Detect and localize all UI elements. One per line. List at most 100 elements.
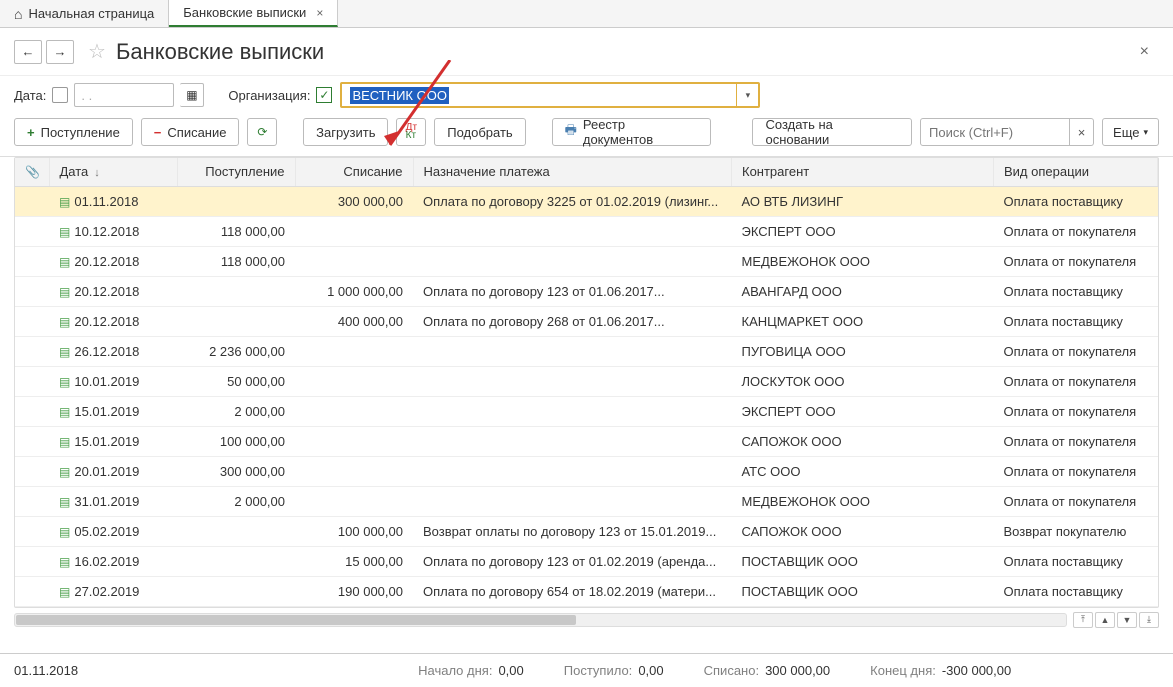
pick-button[interactable]: Подобрать (434, 118, 525, 146)
col-purpose[interactable]: Назначение платежа (413, 158, 732, 186)
registry-button[interactable]: 🖶Реестр документов (552, 118, 711, 146)
date-input[interactable]: . . (74, 83, 174, 107)
document-icon: ▤ (59, 315, 70, 329)
grid-up-button[interactable]: ▲ (1095, 612, 1115, 628)
more-button[interactable]: Еще ▾ (1102, 118, 1159, 146)
more-label: Еще (1113, 125, 1139, 140)
cell-outflow: 300 000,00 (295, 186, 413, 216)
cell-outflow: 15 000,00 (295, 546, 413, 576)
cell-type: Оплата поставщику (994, 276, 1158, 306)
cell-purpose (413, 336, 732, 366)
document-icon: ▤ (59, 225, 70, 239)
col-inflow[interactable]: Поступление (177, 158, 295, 186)
table-row[interactable]: ▤20.12.2018400 000,00Оплата по договору … (15, 306, 1158, 336)
cell-inflow: 2 000,00 (177, 396, 295, 426)
close-page-button[interactable]: × (1130, 39, 1159, 65)
cell-outflow (295, 486, 413, 516)
table-row[interactable]: ▤26.12.20182 236 000,00ПУГОВИЦА ООООплат… (15, 336, 1158, 366)
grid-first-button[interactable]: ⤒ (1073, 612, 1093, 628)
table-row[interactable]: ▤05.02.2019100 000,00Возврат оплаты по д… (15, 516, 1158, 546)
table-row[interactable]: ▤20.12.20181 000 000,00Оплата по договор… (15, 276, 1158, 306)
cell-counterparty: ПУГОВИЦА ООО (732, 336, 994, 366)
begin-value: 0,00 (498, 663, 523, 678)
cell-date: ▤01.11.2018 (49, 186, 177, 216)
table-row[interactable]: ▤16.02.201915 000,00Оплата по договору 1… (15, 546, 1158, 576)
table-row[interactable]: ▤15.01.20192 000,00ЭКСПЕРТ ООООплата от … (15, 396, 1158, 426)
clear-search-button[interactable]: × (1070, 118, 1094, 146)
dtkt-button[interactable]: ДᴛКᴛ (396, 118, 426, 146)
table-row[interactable]: ▤20.12.2018118 000,00МЕДВЕЖОНОК ООООплат… (15, 246, 1158, 276)
document-icon: ▤ (59, 345, 70, 359)
cell-type: Оплата от покупателя (994, 426, 1158, 456)
cell-counterparty: САПОЖОК ООО (732, 516, 994, 546)
col-type[interactable]: Вид операции (994, 158, 1158, 186)
begin-label: Начало дня: (418, 663, 492, 678)
tab-bank-statements[interactable]: Банковские выписки × (169, 0, 338, 27)
cell-purpose (413, 246, 732, 276)
table-row[interactable]: ▤10.12.2018118 000,00ЭКСПЕРТ ООООплата о… (15, 216, 1158, 246)
tab-home[interactable]: ⌂ Начальная страница (0, 0, 169, 27)
chevron-down-icon: ▾ (1143, 127, 1148, 138)
tab-active-label: Банковские выписки (183, 5, 306, 20)
table-row[interactable]: ▤10.01.201950 000,00ЛОСКУТОК ООООплата о… (15, 366, 1158, 396)
tab-bar: ⌂ Начальная страница Банковские выписки … (0, 0, 1173, 28)
dtkt-icon: ДᴛКᴛ (406, 124, 417, 140)
cell-type: Оплата от покупателя (994, 366, 1158, 396)
cell-purpose: Возврат оплаты по договору 123 от 15.01.… (413, 516, 732, 546)
cell-outflow (295, 426, 413, 456)
cell-inflow (177, 576, 295, 606)
table-row[interactable]: ▤27.02.2019190 000,00Оплата по договору … (15, 576, 1158, 606)
create-based-button[interactable]: Создать на основании (752, 118, 912, 146)
date-checkbox[interactable] (52, 87, 68, 103)
document-icon: ▤ (59, 405, 70, 419)
document-icon: ▤ (59, 195, 70, 209)
inflow-button[interactable]: +Поступление (14, 118, 133, 146)
toolbar: +Поступление −Списание ⟳ Загрузить ДᴛКᴛ … (0, 110, 1173, 157)
close-icon[interactable]: × (316, 6, 323, 20)
cell-date: ▤31.01.2019 (49, 486, 177, 516)
cell-inflow: 118 000,00 (177, 246, 295, 276)
cell-inflow: 2 236 000,00 (177, 336, 295, 366)
calendar-button[interactable]: ▦ (180, 83, 204, 107)
search-input[interactable] (920, 118, 1070, 146)
favorite-icon[interactable]: ☆ (88, 39, 106, 64)
cell-type: Оплата от покупателя (994, 456, 1158, 486)
grid-down-button[interactable]: ▼ (1117, 612, 1137, 628)
table-row[interactable]: ▤20.01.2019300 000,00АТС ООООплата от по… (15, 456, 1158, 486)
col-counterparty[interactable]: Контрагент (732, 158, 994, 186)
table-row[interactable]: ▤01.11.2018300 000,00Оплата по договору … (15, 186, 1158, 216)
col-date[interactable]: Дата↓ (49, 158, 177, 186)
scrollbar-thumb[interactable] (16, 615, 576, 625)
chevron-down-icon[interactable]: ▾ (736, 84, 758, 106)
cell-inflow (177, 516, 295, 546)
nav-back-button[interactable]: ← (14, 40, 42, 64)
cell-outflow (295, 366, 413, 396)
table-row[interactable]: ▤15.01.2019100 000,00САПОЖОК ООООплата о… (15, 426, 1158, 456)
load-button[interactable]: Загрузить (303, 118, 388, 146)
cell-counterparty: МЕДВЕЖОНОК ООО (732, 486, 994, 516)
org-select[interactable]: ВЕСТНИК ООО ▾ (340, 82, 760, 108)
table-row[interactable]: ▤31.01.20192 000,00МЕДВЕЖОНОК ООООплата … (15, 486, 1158, 516)
cell-outflow: 190 000,00 (295, 576, 413, 606)
cell-attach (15, 426, 49, 456)
page-title: Банковские выписки (116, 39, 324, 65)
cell-purpose (413, 216, 732, 246)
col-attach[interactable]: 📎 (15, 158, 49, 186)
outflow-button[interactable]: −Списание (141, 118, 240, 146)
cell-counterparty: ЭКСПЕРТ ООО (732, 216, 994, 246)
grid-last-button[interactable]: ⤓ (1139, 612, 1159, 628)
cell-attach (15, 546, 49, 576)
outflow-label: Списание (167, 125, 226, 140)
in-label: Поступило: (564, 663, 633, 678)
horizontal-scrollbar[interactable] (14, 613, 1067, 627)
registry-label: Реестр документов (583, 117, 698, 147)
col-outflow[interactable]: Списание (295, 158, 413, 186)
nav-forward-button[interactable]: → (46, 40, 74, 64)
cell-type: Оплата поставщику (994, 186, 1158, 216)
cell-counterparty: ЭКСПЕРТ ООО (732, 396, 994, 426)
org-checkbox[interactable]: ✓ (316, 87, 332, 103)
cell-type: Оплата от покупателя (994, 396, 1158, 426)
cell-purpose (413, 426, 732, 456)
cell-date: ▤20.01.2019 (49, 456, 177, 486)
refresh-button[interactable]: ⟳ (247, 118, 277, 146)
